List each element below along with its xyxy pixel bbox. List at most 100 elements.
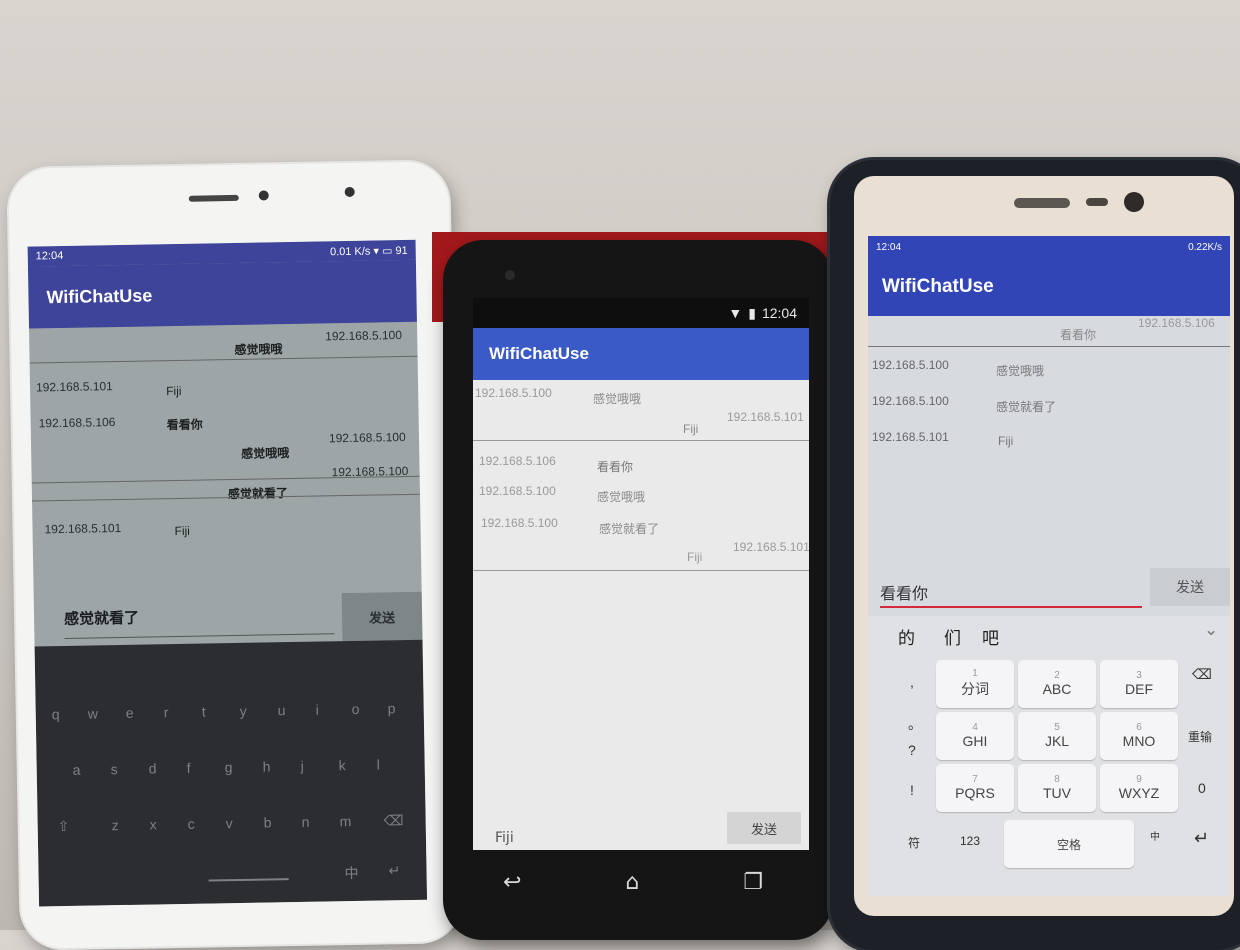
message-ip: 192.168.5.100 (872, 358, 949, 372)
key-3[interactable]: 3 DEF (1100, 660, 1178, 708)
reenter-key[interactable]: 重输 (1188, 728, 1212, 745)
key[interactable]: h (263, 758, 271, 774)
middle-phone: ▼ ▮ 12:04 WifiChatUse 192.168.5.100 感觉哦哦… (443, 240, 833, 940)
candidate-word[interactable]: 们 (944, 624, 961, 649)
message-ip: 192.168.5.106 (38, 415, 116, 431)
symbol-key[interactable]: 符 (908, 834, 920, 851)
earpiece (1014, 198, 1070, 208)
left-phone-screen: 12:04 0.01 K/s ▾ ▭ 91 WifiChatUse 感觉哦哦 1… (27, 239, 428, 907)
key[interactable]: y (240, 703, 247, 719)
key[interactable]: t (202, 704, 206, 720)
message-text: Fiji (998, 434, 1014, 448)
key-2[interactable]: 2 ABC (1018, 660, 1096, 708)
message-ip: 192.168.5.100 (481, 516, 558, 530)
key[interactable]: d (149, 760, 157, 776)
status-bar: 12:04 0.22K/s (868, 236, 1230, 258)
key[interactable]: g (225, 759, 233, 775)
send-button[interactable]: 发送 (341, 591, 423, 642)
spacebar[interactable] (208, 870, 289, 882)
message-text: 感觉哦哦 (597, 490, 646, 504)
key[interactable]: r (164, 704, 169, 720)
number-key[interactable]: 123 (960, 834, 980, 848)
message-ip: 192.168.5.101 (727, 410, 804, 424)
send-button[interactable]: 发送 (727, 812, 801, 844)
zero-key[interactable]: 0 (1198, 780, 1206, 796)
key[interactable]: o (352, 701, 360, 717)
key[interactable]: j (301, 758, 304, 774)
key[interactable]: c (188, 816, 195, 832)
message-text: Fiji (683, 422, 699, 436)
message-input[interactable]: 感觉就看了 (63, 603, 335, 639)
candidate-word[interactable]: 吧 (982, 624, 999, 649)
send-button[interactable]: 发送 (1150, 568, 1230, 606)
status-right: 0.22K/s (1188, 241, 1222, 253)
space-key[interactable]: 空格 (1004, 820, 1134, 868)
back-icon[interactable]: ↩ (503, 870, 521, 895)
message-ip: 192.168.5.100 (479, 484, 556, 498)
key[interactable]: q (52, 706, 60, 722)
key[interactable]: a (73, 762, 81, 778)
divider (868, 346, 1230, 347)
side-key[interactable]: ! (910, 782, 914, 798)
key[interactable]: i (316, 702, 319, 718)
message-text: 感觉哦哦 (234, 342, 283, 357)
status-time: 12:04 (35, 249, 64, 263)
message-input[interactable]: Fiji (495, 830, 745, 850)
backspace-icon[interactable]: ⌫ (384, 812, 404, 829)
message-text: 感觉哦哦 (996, 364, 1045, 378)
right-phone: 12:04 0.22K/s WifiChatUse 看看你 192.168.5.… (830, 160, 1240, 950)
key[interactable]: m (340, 813, 352, 829)
divider (473, 570, 809, 571)
message-text: Fiji (687, 550, 703, 564)
message-text: 感觉哦哦 (593, 392, 642, 406)
key[interactable]: k (339, 757, 346, 773)
front-camera (258, 190, 269, 201)
key[interactable]: z (112, 817, 119, 833)
key[interactable]: w (88, 705, 98, 721)
side-key[interactable]: 。 (908, 714, 922, 734)
key-8[interactable]: 8 TUV (1018, 764, 1096, 812)
divider (473, 440, 809, 441)
key-1[interactable]: 1 分词 (936, 660, 1014, 708)
candidate-word[interactable]: 的 (898, 624, 915, 649)
front-camera (1124, 192, 1144, 212)
key[interactable]: s (111, 761, 118, 777)
right-phone-screen: 12:04 0.22K/s WifiChatUse 看看你 192.168.5.… (868, 236, 1230, 896)
shift-icon[interactable]: ⇧ (58, 818, 70, 835)
side-key[interactable]: , (910, 674, 914, 690)
message-text: 看看你 (1060, 328, 1097, 342)
key-7[interactable]: 7 PQRS (936, 764, 1014, 812)
message-ip: 192.168.5.101 (872, 430, 949, 444)
backspace-icon[interactable]: ⌫ (1192, 666, 1212, 683)
message-input[interactable]: 看看你 (880, 580, 1142, 608)
front-camera (505, 270, 515, 280)
key[interactable]: x (150, 816, 157, 832)
key[interactable]: f (187, 760, 191, 776)
key-6[interactable]: 6 MNO (1100, 712, 1178, 760)
key-9[interactable]: 9 WXYZ (1100, 764, 1178, 812)
key[interactable]: l (377, 757, 380, 773)
side-key[interactable]: ? (908, 742, 916, 758)
keyboard: 的 们 吧 ⌄ , 。 ? ! 1 分词 2 ABC 3 DEF 4 GHI 5 JKL … (868, 616, 1230, 896)
key[interactable]: e (126, 705, 134, 721)
recents-icon[interactable]: ❐ (743, 870, 763, 895)
language-key[interactable]: 中 (344, 863, 358, 883)
enter-icon[interactable]: ↵ (1194, 828, 1209, 849)
message-ip: 192.168.5.106 (1138, 316, 1215, 330)
divider (29, 355, 418, 364)
key-4[interactable]: 4 GHI (936, 712, 1014, 760)
message-ip: 192.168.5.106 (479, 454, 556, 468)
key[interactable]: u (278, 702, 286, 718)
key[interactable]: n (302, 814, 310, 830)
language-key[interactable]: 中 (1150, 828, 1160, 843)
nav-bar: ↩ ⌂ ❐ (503, 870, 763, 895)
battery-level: 91 (395, 244, 408, 257)
chevron-down-icon[interactable]: ⌄ (1204, 620, 1218, 640)
key[interactable]: b (264, 814, 272, 830)
key-5[interactable]: 5 JKL (1018, 712, 1096, 760)
home-icon[interactable]: ⌂ (625, 870, 639, 895)
status-time: 12:04 (876, 241, 902, 253)
key[interactable]: v (226, 815, 233, 831)
key[interactable]: p (388, 700, 396, 716)
enter-icon[interactable]: ↵ (388, 862, 400, 879)
